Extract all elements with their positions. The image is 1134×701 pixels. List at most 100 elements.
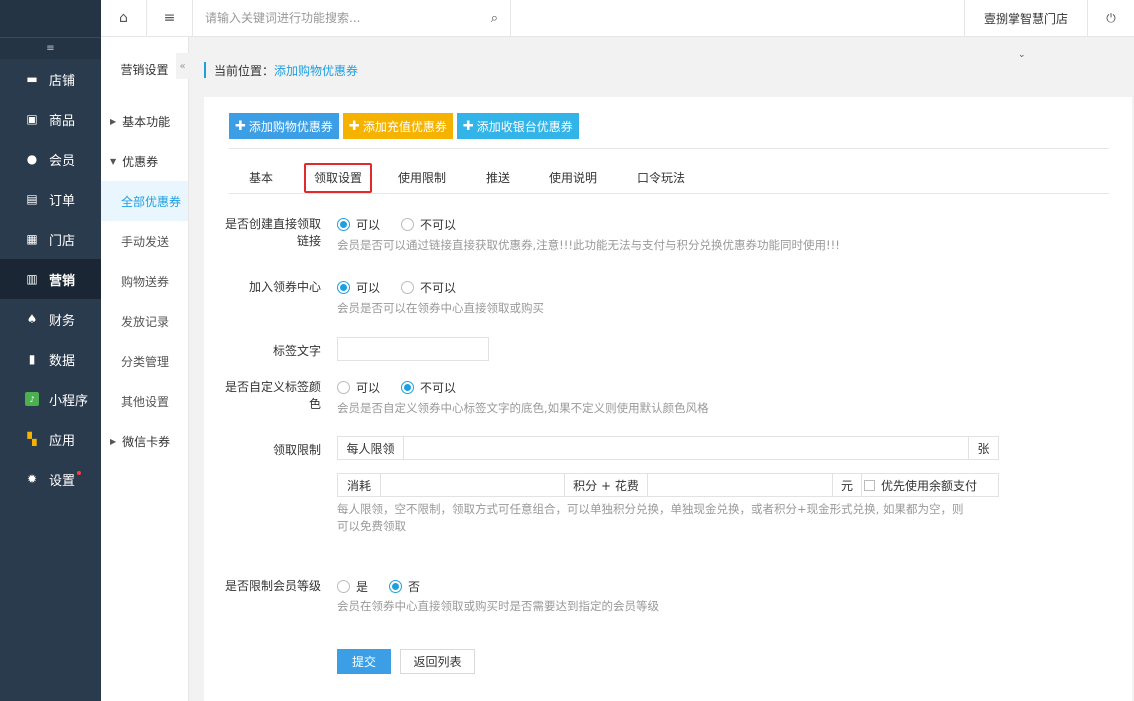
- collapse-menu-icon[interactable]: ≡: [0, 37, 101, 59]
- add-recharge-coupon-button[interactable]: ✚ 添加充值优惠券: [342, 113, 453, 139]
- tab-password-play[interactable]: 口令玩法: [616, 162, 706, 194]
- per-person-addon: 每人限领: [338, 437, 404, 459]
- radio-checked-icon: [337, 281, 350, 294]
- sidebar-item-settings[interactable]: ✹ 设置: [0, 459, 101, 499]
- chart-icon: ▮: [28, 352, 36, 366]
- sidebar-item-miniprogram[interactable]: ♪ 小程序: [0, 379, 101, 419]
- user-icon: ●: [26, 152, 38, 166]
- sidebar-item-label: 财务: [49, 313, 76, 329]
- direct-link-yes[interactable]: 可以: [337, 216, 380, 233]
- sidebar-item-label: 门店: [49, 233, 76, 249]
- center-yes[interactable]: 可以: [337, 279, 380, 296]
- menu-icon[interactable]: ≡: [147, 0, 193, 37]
- fee-input[interactable]: [648, 474, 832, 496]
- action-buttons: ✚ 添加购物优惠券 ✚ 添加充值优惠券 ✚ 添加收银台优惠券: [229, 113, 583, 139]
- sidebar-item-label: 订单: [49, 193, 76, 209]
- sub-sidebar: 营销设置 ▶ 基本功能 ▼ 优惠券 全部优惠券 手动发送 购物送券 发放记录 分…: [101, 0, 189, 701]
- caret-right-icon: ▶: [110, 436, 117, 446]
- level-no[interactable]: 否: [389, 578, 420, 595]
- shop-icon: ▦: [26, 232, 38, 246]
- subnav-coupon-group[interactable]: ▼ 优惠券: [101, 141, 188, 181]
- search-input[interactable]: [205, 11, 475, 25]
- unit-addon: 张: [968, 437, 998, 459]
- sidebar-item-data[interactable]: ▮ 数据: [0, 339, 101, 379]
- center-no[interactable]: 不可以: [401, 279, 456, 296]
- tag-color-help: 会员是否自定义领券中心标签文字的底色,如果不定义则使用默认颜色风格: [337, 401, 709, 415]
- add-shopping-coupon-button[interactable]: ✚ 添加购物优惠券: [229, 113, 339, 139]
- cost-limit-group: 消耗 积分 + 花费 元 优先使用余额支付: [337, 473, 999, 497]
- direct-link-help: 会员是否可以通过链接直接获取优惠券,注意!!!此功能无法与支付与积分兑换优惠券功…: [337, 238, 840, 252]
- sidebar-item-label: 商品: [49, 113, 76, 129]
- direct-link-radios: 可以 不可以: [337, 216, 477, 233]
- sidebar-item-label: 应用: [49, 433, 76, 449]
- sidebar-item-shop[interactable]: ▦ 门店: [0, 219, 101, 259]
- direct-link-no[interactable]: 不可以: [401, 216, 456, 233]
- subnav-issue-records[interactable]: 发放记录: [101, 301, 188, 341]
- sidebar-item-marketing[interactable]: ▥ 营销: [0, 259, 101, 299]
- plus-icon: ✚: [235, 118, 246, 134]
- per-person-limit-group: 每人限领 张: [337, 436, 999, 460]
- tab-receive-settings[interactable]: 领取设置: [304, 162, 372, 193]
- limit-help: 每人限领，空不限制，领取方式可任意组合，可以单独积分兑换，单独现金兑换，或者积分…: [337, 502, 964, 533]
- money-bag-icon: ♠: [26, 312, 38, 326]
- divider: [229, 148, 1109, 149]
- radio-unchecked-icon: [337, 381, 350, 394]
- balance-first-checkbox[interactable]: 优先使用余额支付: [862, 474, 998, 496]
- add-cashier-coupon-button[interactable]: ✚ 添加收银台优惠券: [456, 113, 579, 139]
- tab-bar: 基本 领取设置 使用限制 推送 使用说明 口令玩法: [229, 162, 1109, 194]
- subnav-other-settings[interactable]: 其他设置: [101, 381, 188, 421]
- points-input[interactable]: [381, 474, 564, 496]
- subnav-wechat-card-group[interactable]: ▶ 微信卡券: [101, 421, 188, 461]
- sidebar-item-label: 店铺: [49, 73, 76, 89]
- direct-link-label: 是否创建直接领取 链接: [224, 217, 321, 248]
- sidebar-item-order[interactable]: ▤ 订单: [0, 179, 101, 219]
- sidebar-item-finance[interactable]: ♠ 财务: [0, 299, 101, 339]
- radio-unchecked-icon: [337, 580, 350, 593]
- yuan-addon: 元: [832, 474, 862, 496]
- top-bar: ⌂ ≡ ⌕ 壹捌掌智慧门店 ⏻: [101, 0, 1134, 37]
- main-card: ✚ 添加购物优惠券 ✚ 添加充值优惠券 ✚ 添加收银台优惠券 基本 领取设置 使用限制…: [204, 97, 1132, 701]
- miniprogram-icon: ♪: [25, 392, 39, 406]
- level-help: 会员在领券中心直接领取或购买时是否需要达到指定的会员等级: [337, 599, 659, 613]
- tag-text-input[interactable]: [337, 337, 489, 361]
- radio-unchecked-icon: [401, 218, 415, 231]
- order-icon: ▤: [26, 192, 38, 206]
- tab-usage-instructions[interactable]: 使用说明: [530, 162, 616, 194]
- sidebar-item-label: 数据: [49, 353, 76, 369]
- tag-text-label: 标签文字: [272, 344, 321, 358]
- sidebar-item-member[interactable]: ● 会员: [0, 139, 101, 179]
- search-icon[interactable]: ⌕: [491, 11, 498, 26]
- tag-color-no[interactable]: 不可以: [401, 379, 456, 396]
- store-name[interactable]: 壹捌掌智慧门店: [964, 0, 1088, 37]
- tag-color-yes[interactable]: 可以: [337, 379, 380, 396]
- gear-icon: ✹: [26, 472, 38, 486]
- sidebar-item-label: 小程序: [49, 393, 89, 409]
- sidebar-item-goods[interactable]: ▣ 商品: [0, 99, 101, 139]
- per-person-input[interactable]: [404, 437, 968, 459]
- subnav-manual-send[interactable]: 手动发送: [101, 221, 188, 261]
- level-label: 是否限制会员等级: [224, 579, 321, 593]
- points-fee-addon: 积分 + 花费: [564, 474, 648, 496]
- caret-right-icon: ▶: [110, 116, 117, 126]
- tab-usage-limits[interactable]: 使用限制: [378, 162, 466, 194]
- collapse-subnav-icon[interactable]: «: [176, 53, 189, 79]
- tab-push[interactable]: 推送: [466, 162, 530, 194]
- power-icon[interactable]: ⏻: [1088, 0, 1134, 37]
- tab-basic[interactable]: 基本: [229, 162, 293, 194]
- subnav-category-manage[interactable]: 分类管理: [101, 341, 188, 381]
- sidebar-item-store[interactable]: ▬ 店铺: [0, 59, 101, 99]
- back-to-list-button[interactable]: 返回列表: [400, 649, 475, 674]
- checkbox-icon: [864, 479, 875, 491]
- sub-sidebar-title: 营销设置: [120, 62, 169, 77]
- breadcrumb-current[interactable]: 添加购物优惠券: [274, 62, 358, 79]
- sidebar-item-label: 设置: [49, 473, 76, 489]
- chevron-down-icon[interactable]: ⌄: [1018, 50, 1026, 60]
- sidebar-item-apps[interactable]: ▚ 应用: [0, 419, 101, 459]
- subnav-basic-group[interactable]: ▶ 基本功能: [101, 101, 188, 141]
- subnav-shopping-send[interactable]: 购物送券: [101, 261, 188, 301]
- apps-icon: ▚: [27, 432, 37, 446]
- submit-button[interactable]: 提交: [337, 649, 391, 674]
- home-icon[interactable]: ⌂: [101, 0, 147, 37]
- level-yes[interactable]: 是: [337, 578, 368, 595]
- subnav-all-coupons[interactable]: 全部优惠券: [101, 181, 188, 221]
